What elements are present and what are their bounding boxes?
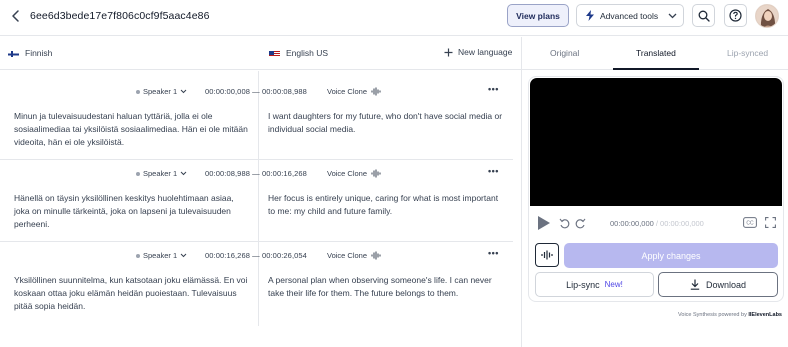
segment-row: Speaker 1 00:00:16,268 — 00:00:26,054 Vo… (0, 244, 513, 326)
more-horizontal-icon[interactable]: ••• (488, 167, 499, 176)
waveform-icon (541, 250, 553, 260)
captions-icon[interactable]: CC (743, 217, 757, 228)
waveform-icon (371, 87, 381, 96)
player-controls: 00:00:00,000 / 00:00:00,000 CC (530, 206, 782, 240)
apply-changes-button[interactable]: Apply changes (564, 243, 778, 268)
preview-tabs: Original Translated Lip-synced (522, 37, 788, 70)
segment-time[interactable]: 00:00:00,008 — 00:00:08,988 (205, 87, 307, 96)
row-divider (0, 241, 513, 242)
source-text[interactable]: Hänellä on täysin yksilöllinen keskitys … (14, 192, 249, 231)
speaker-label: Speaker 1 (143, 251, 178, 260)
help-icon (729, 9, 742, 22)
plus-icon (444, 48, 453, 56)
voice-settings-button[interactable] (535, 243, 559, 267)
translated-text[interactable]: I want daughters for my future, who don'… (268, 110, 503, 136)
voice-label: Voice Clone (327, 169, 368, 178)
top-bar: 6ee6d3bede17e7f806c0cf9f5aac4e86 View pl… (0, 0, 788, 36)
download-label: Download (705, 279, 747, 290)
segment-time[interactable]: 00:00:08,988 — 00:00:16,268 (205, 169, 307, 178)
speaker-label: Speaker 1 (143, 169, 178, 178)
source-language: Finnish (8, 48, 52, 58)
voice-label: Voice Clone (327, 251, 368, 260)
search-icon (698, 10, 710, 22)
translated-text[interactable]: Her focus is entirely unique, caring for… (268, 192, 503, 218)
advanced-tools-button[interactable]: Advanced tools (576, 4, 684, 27)
new-language-button[interactable]: New language (444, 47, 512, 57)
waveform-icon (371, 169, 381, 178)
panel-divider (521, 37, 522, 347)
voice-clone-selector[interactable]: Voice Clone (327, 251, 381, 260)
view-plans-button[interactable]: View plans (507, 4, 569, 27)
play-icon[interactable] (537, 215, 551, 231)
active-tab-indicator (613, 68, 699, 70)
chevron-down-icon (180, 253, 187, 258)
target-language: English US (269, 48, 328, 58)
more-horizontal-icon[interactable]: ••• (488, 85, 499, 94)
current-time: 00:00:00,000 (610, 219, 654, 228)
tab-original[interactable]: Original (550, 48, 579, 58)
powered-by-note: Voice Synthesis powered by IIElevenLabs (622, 312, 782, 318)
source-text[interactable]: Yksilöllinen suunnitelma, kun katsotaan … (14, 274, 249, 313)
voice-clone-selector[interactable]: Voice Clone (327, 87, 381, 96)
voice-label: Voice Clone (327, 87, 368, 96)
target-language-label: English US (286, 48, 329, 58)
finland-flag-icon (8, 50, 19, 57)
source-text[interactable]: Minun ja tulevaisuudestani haluan tyttär… (14, 110, 249, 149)
segment-meta: Speaker 1 00:00:08,988 — 00:00:16,268 Vo… (0, 162, 513, 184)
segment-meta: Speaker 1 00:00:16,268 — 00:00:26,054 Vo… (0, 244, 513, 266)
voice-clone-selector[interactable]: Voice Clone (327, 169, 381, 178)
language-bar: Finnish English US New language (0, 37, 521, 70)
segment-row: Speaker 1 00:00:00,008 — 00:00:08,988 Vo… (0, 80, 513, 160)
back-chevron-icon[interactable] (9, 9, 23, 23)
chevron-down-icon (180, 89, 187, 94)
us-flag-icon (269, 50, 280, 57)
tab-translated[interactable]: Translated (636, 48, 676, 58)
new-badge: New! (604, 280, 623, 289)
video-player[interactable] (530, 78, 782, 206)
user-avatar[interactable] (755, 4, 779, 28)
chevron-down-icon (668, 13, 677, 18)
segment-row: Speaker 1 00:00:08,988 — 00:00:16,268 Vo… (0, 162, 513, 242)
lip-sync-button[interactable]: Lip-sync New! (535, 272, 654, 297)
speaker-selector[interactable]: Speaker 1 (136, 169, 187, 178)
source-language-label: Finnish (25, 48, 53, 58)
speaker-dot-icon (136, 89, 140, 94)
more-horizontal-icon[interactable]: ••• (488, 249, 499, 258)
project-title: 6ee6d3bede17e7f806c0cf9f5aac4e86 (30, 10, 210, 22)
help-button[interactable] (724, 4, 747, 27)
waveform-icon (371, 251, 381, 260)
tab-lip-synced[interactable]: Lip-synced (727, 48, 768, 58)
translated-text[interactable]: A personal plan when observing someone's… (268, 274, 503, 300)
avatar-photo-icon (756, 5, 778, 27)
redo-icon[interactable] (575, 218, 586, 229)
download-button[interactable]: Download (658, 272, 778, 297)
playback-time: 00:00:00,000 / 00:00:00,000 (610, 219, 704, 228)
lip-sync-label: Lip-sync (566, 279, 600, 290)
segment-time[interactable]: 00:00:16,268 — 00:00:26,054 (205, 251, 307, 260)
speaker-label: Speaker 1 (143, 87, 178, 96)
segment-meta: Speaker 1 00:00:00,008 — 00:00:08,988 Vo… (0, 80, 513, 102)
speaker-selector[interactable]: Speaker 1 (136, 87, 187, 96)
lightning-icon (586, 10, 594, 21)
fullscreen-icon[interactable] (765, 217, 776, 228)
chevron-down-icon (180, 171, 187, 176)
speaker-dot-icon (136, 253, 140, 258)
new-language-label: New language (458, 47, 513, 57)
download-icon (690, 279, 700, 290)
speaker-selector[interactable]: Speaker 1 (136, 251, 187, 260)
advanced-tools-label: Advanced tools (600, 10, 659, 21)
undo-icon[interactable] (559, 218, 570, 229)
search-button[interactable] (692, 4, 715, 27)
powered-by-brand: IIElevenLabs (748, 312, 782, 318)
svg-text:CC: CC (746, 221, 754, 227)
total-time: / 00:00:00,000 (655, 219, 704, 228)
row-divider (0, 159, 513, 160)
speaker-dot-icon (136, 171, 140, 176)
powered-by-prefix: Voice Synthesis powered by (678, 312, 747, 318)
